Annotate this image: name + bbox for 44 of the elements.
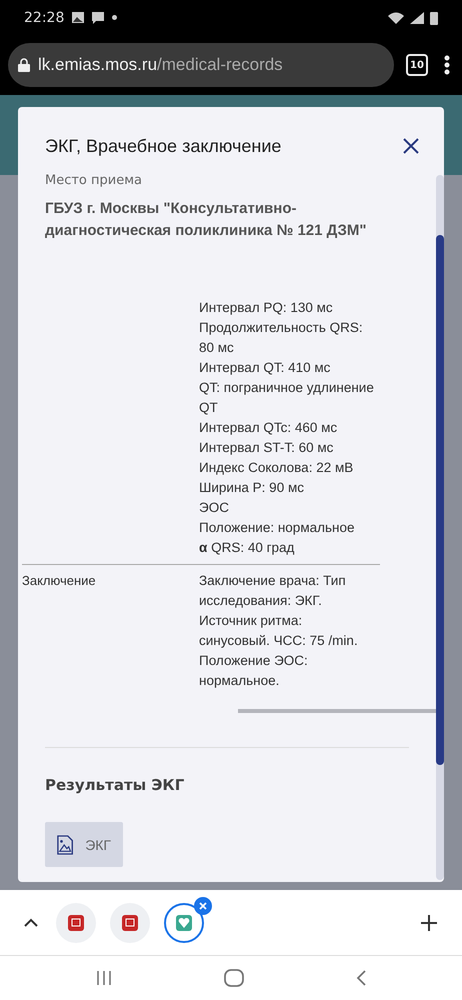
vertical-scrollbar[interactable] — [436, 175, 444, 880]
attachment-button[interactable]: ЭКГ — [45, 822, 123, 867]
result-line: Источник ритма: — [199, 612, 304, 630]
lock-icon — [18, 58, 30, 72]
result-line: Продолжительность QRS: 80 мс — [199, 319, 364, 357]
result-line: Индекс Соколова: 22 мВ — [199, 459, 354, 477]
wifi-icon — [388, 12, 404, 24]
page-icon — [122, 914, 138, 930]
result-line: Положение ЭОС: — [199, 652, 309, 670]
address-bar[interactable]: lk.emias.mos.ru/medical-records — [8, 43, 394, 87]
close-icon — [199, 902, 207, 910]
horizontal-scrollbar[interactable] — [238, 709, 436, 713]
result-line: QT: пограничное удлинение QT — [199, 379, 375, 417]
result-line: Интервал PQ: 130 мс — [199, 299, 334, 317]
heart-icon — [176, 914, 192, 930]
field-label: Место приема — [45, 173, 143, 188]
result-line: Интервал ST-T: 60 мс — [199, 439, 334, 457]
signal-icon — [410, 12, 424, 24]
result-line: Ширина P: 90 мс — [199, 479, 305, 497]
battery-icon — [430, 10, 438, 24]
result-line: Заключение врача: Тип исследования: ЭКГ. — [199, 572, 347, 610]
clock: 22:28 — [24, 10, 64, 26]
result-line: ЭОС — [199, 499, 230, 517]
tab-count-button[interactable]: 10 — [406, 54, 428, 76]
field-value: ГБУЗ г. Москвы "Консультативно-диагностическая поликлиника № 121 ДЗМ" — [45, 199, 368, 241]
row-label: Заключение — [22, 572, 97, 590]
result-line: Интервал QT: 410 мс — [199, 359, 332, 377]
result-line: синусовый. ЧСС: 75 /min. — [199, 632, 359, 650]
url-text: lk.emias.mos.ru/medical-records — [38, 55, 283, 75]
tab-button[interactable] — [56, 902, 96, 942]
image-icon — [72, 12, 84, 23]
result-line: α QRS: 40 град — [199, 539, 296, 557]
result-line: Интервал QTc: 460 мс — [199, 419, 338, 437]
close-tab-button[interactable] — [194, 896, 212, 914]
message-icon — [92, 12, 104, 24]
tab-button[interactable] — [164, 902, 204, 942]
page-icon — [68, 914, 84, 930]
modal-title: ЭКГ, Врачебное заключение — [45, 136, 282, 156]
result-line: нормальное. — [199, 672, 280, 690]
image-file-icon — [57, 834, 74, 856]
section-title: Результаты ЭКГ — [45, 776, 186, 794]
tab-button[interactable] — [110, 902, 150, 942]
result-line: Положение: нормальное — [199, 519, 356, 537]
notification-dot-icon — [112, 15, 118, 20]
